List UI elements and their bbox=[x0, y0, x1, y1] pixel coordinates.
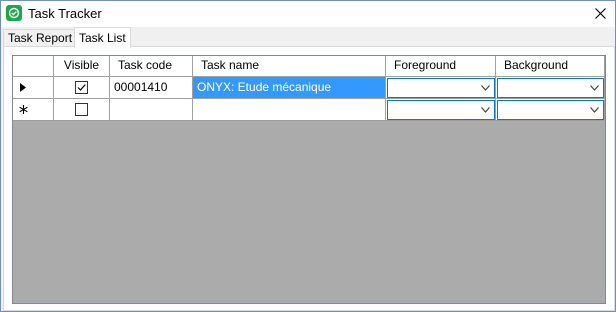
close-icon bbox=[595, 8, 606, 19]
background-cell bbox=[496, 77, 605, 99]
background-dropdown[interactable] bbox=[497, 100, 604, 120]
task-name-cell[interactable] bbox=[193, 99, 386, 121]
foreground-cell bbox=[386, 77, 496, 99]
visible-checkbox-checked[interactable] bbox=[75, 81, 88, 94]
chevron-down-icon bbox=[481, 85, 490, 91]
column-header-background[interactable]: Background bbox=[496, 56, 605, 77]
column-header-visible[interactable]: Visible bbox=[54, 56, 110, 77]
checkmark-icon bbox=[77, 84, 86, 91]
visible-checkbox-unchecked[interactable] bbox=[75, 103, 88, 116]
background-dropdown[interactable] bbox=[497, 78, 604, 98]
task-tracker-window: Task Tracker Task Report Task List Visib… bbox=[0, 0, 616, 312]
task-name-cell-selected[interactable]: ONYX: Etude mécanique bbox=[193, 77, 386, 99]
task-list-panel: Visible Task code Task name Foreground B… bbox=[3, 46, 615, 311]
foreground-dropdown[interactable] bbox=[387, 100, 495, 120]
row-header-corner bbox=[13, 56, 54, 77]
tab-task-list[interactable]: Task List bbox=[74, 27, 131, 48]
title-bar: Task Tracker bbox=[1, 1, 615, 27]
column-header-task-name[interactable]: Task name bbox=[193, 56, 386, 77]
tab-task-report[interactable]: Task Report bbox=[3, 29, 78, 47]
task-code-cell[interactable] bbox=[110, 99, 193, 121]
foreground-cell bbox=[386, 99, 496, 121]
column-header-foreground[interactable]: Foreground bbox=[386, 56, 496, 77]
task-code-cell[interactable]: 00001410 bbox=[110, 77, 193, 99]
grid-empty-area: Visible Task code Task name Foreground B… bbox=[13, 56, 605, 303]
row-header-current[interactable] bbox=[13, 77, 54, 99]
visible-checkbox-cell[interactable] bbox=[54, 77, 110, 99]
visible-checkbox-cell[interactable] bbox=[54, 99, 110, 121]
task-grid: Visible Task code Task name Foreground B… bbox=[12, 55, 606, 304]
close-button[interactable] bbox=[585, 1, 615, 27]
chevron-down-icon bbox=[481, 107, 490, 113]
chevron-down-icon bbox=[590, 85, 599, 91]
window-title: Task Tracker bbox=[28, 6, 102, 21]
arrow-right-icon bbox=[20, 83, 26, 92]
foreground-dropdown[interactable] bbox=[387, 78, 495, 98]
tab-strip: Task Report Task List bbox=[1, 27, 615, 48]
column-header-task-code[interactable]: Task code bbox=[110, 56, 193, 77]
background-cell bbox=[496, 99, 605, 121]
chevron-down-icon bbox=[590, 107, 599, 113]
asterisk-icon bbox=[19, 105, 28, 114]
clock-check-icon bbox=[6, 5, 22, 21]
row-header-new[interactable] bbox=[13, 99, 54, 121]
